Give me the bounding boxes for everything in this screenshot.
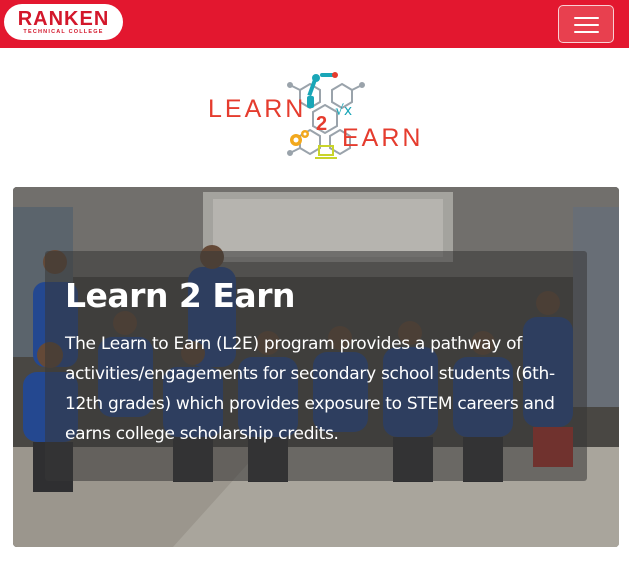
hamburger-line xyxy=(574,31,599,33)
logo-number: 2 xyxy=(316,113,328,135)
hero-banner: Learn 2 Earn The Learn to Earn (L2E) pro… xyxy=(13,187,619,547)
hero-description: The Learn to Earn (L2E) program provides… xyxy=(65,334,555,444)
brand-name: RANKEN xyxy=(17,8,110,30)
logo-word-learn: LEARN xyxy=(208,95,307,123)
logo-word-earn: EARN xyxy=(342,124,424,152)
sqrt-icon: √x xyxy=(335,103,352,119)
laptop-icon xyxy=(315,145,337,159)
hamburger-line xyxy=(574,24,599,26)
hero-caption-card: Learn 2 Earn The Learn to Earn (L2E) pro… xyxy=(45,251,587,481)
hero-title: Learn 2 Earn xyxy=(65,276,295,315)
navbar-toggle-button[interactable] xyxy=(558,5,614,43)
ranken-logo-link[interactable]: RANKEN TECHNICAL COLLEGE xyxy=(4,4,123,40)
brand-subtitle: TECHNICAL COLLEGE xyxy=(23,29,104,35)
navbar: RANKEN TECHNICAL COLLEGE xyxy=(0,0,629,48)
gears-icon xyxy=(290,130,309,146)
learn-2-earn-logo: √x LEARN 2 EARN xyxy=(205,70,430,165)
hamburger-menu-icon xyxy=(574,17,599,19)
